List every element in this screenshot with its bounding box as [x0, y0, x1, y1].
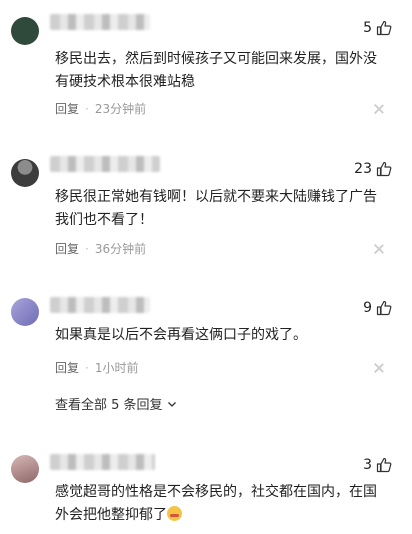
- comment-text: 移民很正常她有钱啊！以后就不要来大陆赚钱了广告我们也不看了！: [55, 189, 377, 228]
- like-button[interactable]: 3: [363, 456, 392, 474]
- view-all-replies-label: 查看全部 5 条回复: [55, 398, 163, 413]
- timestamp: 36分钟前: [94, 242, 147, 256]
- view-all-replies-button[interactable]: 查看全部 5 条回复: [55, 394, 178, 413]
- like-count: 5: [363, 20, 372, 36]
- username-blurred[interactable]: [50, 297, 150, 313]
- reply-button[interactable]: 回复: [55, 100, 79, 117]
- crying-laughing-emoji-icon: [167, 506, 182, 521]
- thumbs-up-icon: [376, 457, 392, 473]
- comment-meta: 回复 · 1小时前: [55, 359, 138, 376]
- close-icon[interactable]: [374, 244, 384, 254]
- thumbs-up-icon: [376, 300, 392, 316]
- chevron-down-icon: [167, 401, 176, 407]
- comment-meta: 回复 · 36分钟前: [55, 240, 146, 257]
- close-icon[interactable]: [374, 104, 384, 114]
- comment-text: 感觉超哥的性格是不会移民的，社交都在国内，在国外会把他整抑郁了: [55, 481, 385, 527]
- comment-meta: 回复 · 23分钟前: [55, 100, 146, 117]
- username-blurred[interactable]: [50, 156, 160, 172]
- username-blurred[interactable]: [50, 14, 150, 30]
- timestamp: 23分钟前: [94, 102, 147, 116]
- username-blurred[interactable]: [50, 454, 155, 470]
- avatar[interactable]: [11, 298, 39, 326]
- thumbs-up-icon: [376, 20, 392, 36]
- avatar[interactable]: [11, 159, 39, 187]
- avatar[interactable]: [11, 17, 39, 45]
- like-count: 3: [363, 457, 372, 473]
- like-button[interactable]: 23: [354, 160, 392, 178]
- close-icon[interactable]: [374, 363, 384, 373]
- separator-dot: ·: [85, 241, 89, 256]
- thumbs-up-icon: [376, 161, 392, 177]
- like-button[interactable]: 9: [363, 299, 392, 317]
- comment-text: 如果真是以后不会再看这俩口子的戏了。: [55, 327, 307, 343]
- like-button[interactable]: 5: [363, 19, 392, 37]
- avatar[interactable]: [11, 455, 39, 483]
- comment-text-main: 感觉超哥的性格是不会移民的，社交都在国内，在国外会把他整抑郁了: [55, 484, 377, 523]
- like-count: 23: [354, 161, 372, 177]
- reply-button[interactable]: 回复: [55, 359, 79, 376]
- separator-dot: ·: [85, 360, 89, 375]
- like-count: 9: [363, 300, 372, 316]
- timestamp: 1小时前: [94, 361, 139, 375]
- reply-button[interactable]: 回复: [55, 240, 79, 257]
- comment-text: 移民出去，然后到时候孩子又可能回来发展，国外没有硬技术根本很难站稳: [55, 51, 377, 90]
- separator-dot: ·: [85, 101, 89, 116]
